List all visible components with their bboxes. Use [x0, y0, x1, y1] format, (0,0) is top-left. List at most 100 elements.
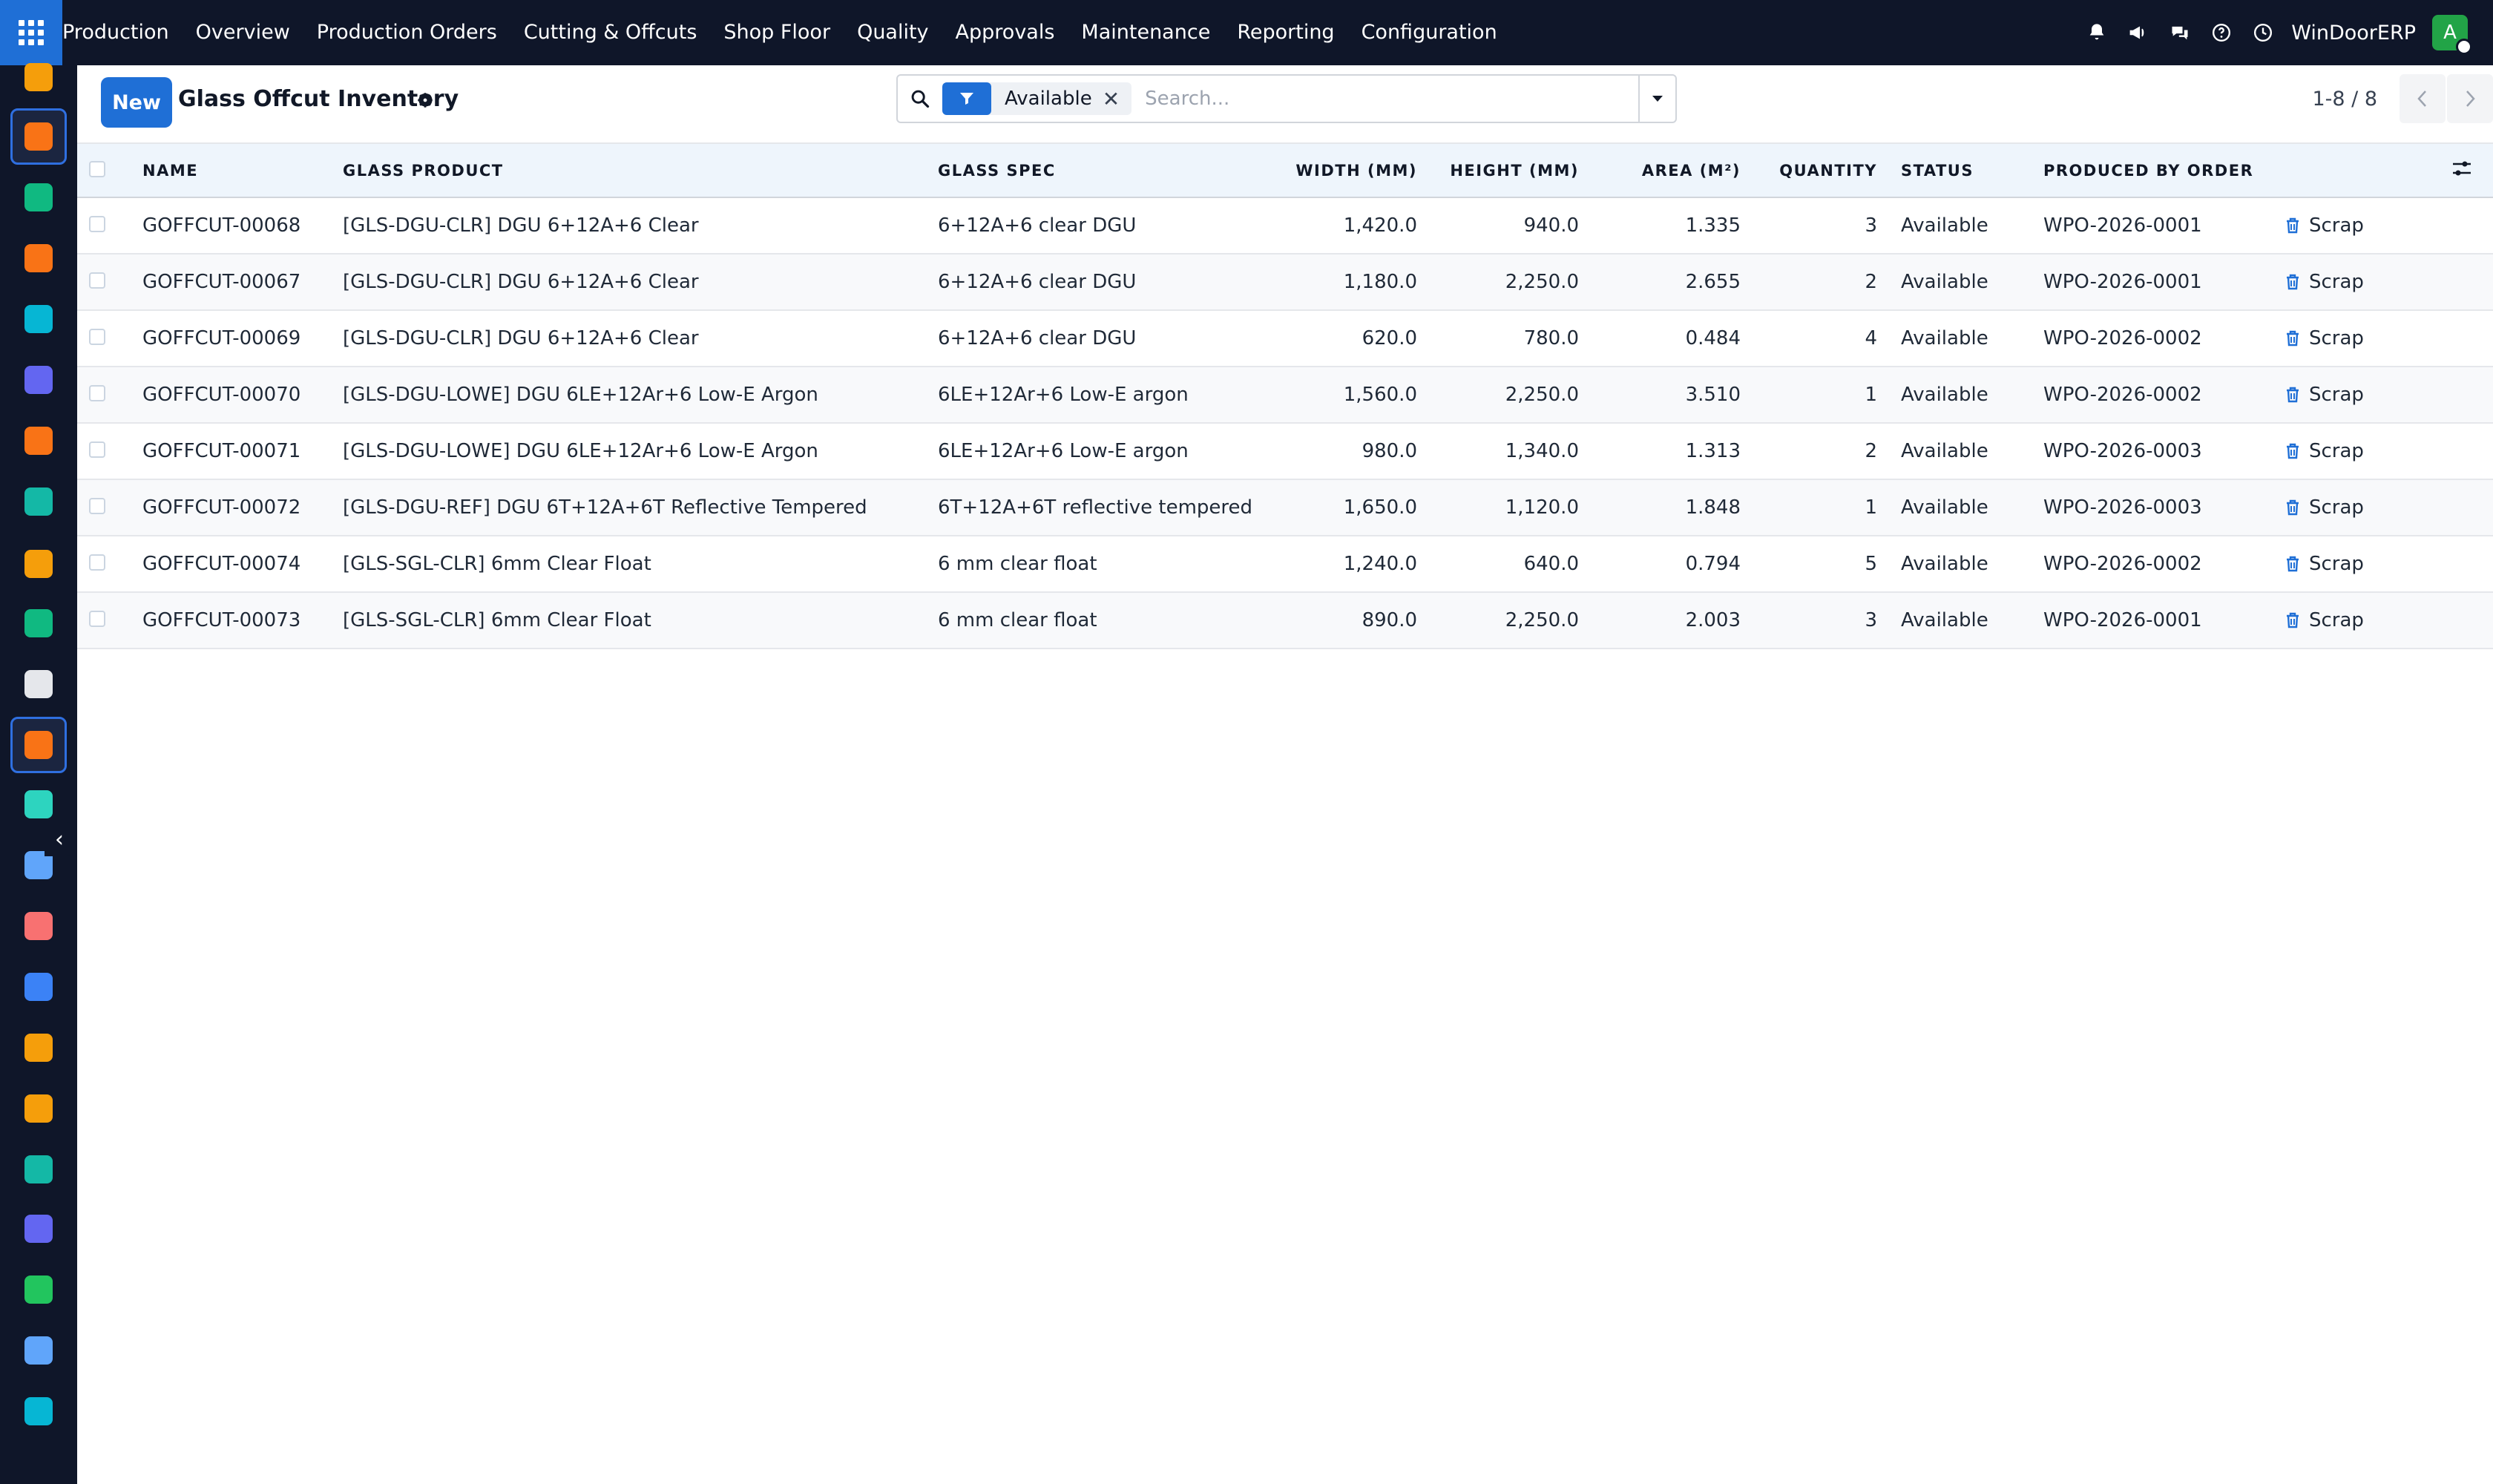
menu-quality[interactable]: Quality: [844, 0, 942, 65]
menu-reporting[interactable]: Reporting: [1223, 0, 1347, 65]
column-header-quantity[interactable]: QUANTITY: [1758, 144, 1901, 197]
menu-brand-production[interactable]: Production: [62, 0, 183, 65]
menu-cutting-offcuts[interactable]: Cutting & Offcuts: [510, 0, 711, 65]
remove-facet-icon[interactable]: ✕: [1103, 87, 1131, 111]
column-header-area[interactable]: AREA (M²): [1597, 144, 1758, 197]
cell-select[interactable]: [77, 592, 142, 649]
rail-app-6[interactable]: [10, 413, 67, 469]
rail-app-16[interactable]: [10, 1020, 67, 1076]
megaphone-icon[interactable]: [2118, 0, 2159, 65]
quality-icon: [24, 790, 53, 818]
clock-icon[interactable]: [2242, 0, 2284, 65]
app-sidebar: ‹: [0, 63, 77, 1484]
cell-select[interactable]: [77, 367, 142, 423]
row-checkbox[interactable]: [89, 610, 105, 627]
menu-configuration[interactable]: Configuration: [1348, 0, 1511, 65]
rail-app-4[interactable]: [10, 291, 67, 347]
search-input[interactable]: [1131, 88, 1638, 110]
cell-select[interactable]: [77, 310, 142, 367]
rail-app-7[interactable]: [10, 473, 67, 530]
dashboard-icon: [24, 1215, 53, 1243]
search-icon[interactable]: [898, 76, 942, 122]
bell-icon[interactable]: [2076, 0, 2118, 65]
cell-glass-product: [GLS-DGU-LOWE] DGU 6LE+12Ar+6 Low-E Argo…: [343, 440, 818, 462]
gear-icon[interactable]: [416, 91, 435, 113]
table-row[interactable]: GOFFCUT-00070 [GLS-DGU-LOWE] DGU 6LE+12Ar…: [77, 367, 2493, 423]
menu-shop-floor[interactable]: Shop Floor: [710, 0, 844, 65]
products-icon: [24, 912, 53, 940]
rail-app-1[interactable]: [10, 108, 67, 165]
scrap-button[interactable]: Scrap: [2285, 327, 2493, 349]
pager-value[interactable]: 1-8 / 8: [2312, 88, 2377, 111]
scrap-button[interactable]: Scrap: [2285, 553, 2493, 575]
rail-app-11[interactable]: [10, 717, 67, 773]
rail-app-22[interactable]: [10, 1383, 67, 1439]
scrap-button[interactable]: Scrap: [2285, 496, 2493, 519]
scrap-button[interactable]: Scrap: [2285, 384, 2493, 406]
row-checkbox[interactable]: [89, 328, 105, 345]
menu-overview[interactable]: Overview: [183, 0, 303, 65]
cell-select[interactable]: [77, 254, 142, 310]
cell-produced-by-order: WPO-2026-0001: [2043, 214, 2202, 237]
row-checkbox[interactable]: [89, 497, 105, 514]
rail-app-18[interactable]: [10, 1141, 67, 1198]
rail-app-2[interactable]: [10, 169, 67, 226]
pager-previous-button[interactable]: [2400, 74, 2446, 123]
scrap-button[interactable]: Scrap: [2285, 271, 2493, 293]
rail-app-3[interactable]: [10, 230, 67, 286]
rail-app-20[interactable]: [10, 1261, 67, 1318]
table-row[interactable]: GOFFCUT-00069 [GLS-DGU-CLR] DGU 6+12A+6 C…: [77, 310, 2493, 367]
rail-app-0[interactable]: [10, 49, 67, 105]
column-header-glass-product[interactable]: GLASS PRODUCT: [343, 144, 938, 197]
row-checkbox[interactable]: [89, 215, 105, 232]
table-row[interactable]: GOFFCUT-00071 [GLS-DGU-LOWE] DGU 6LE+12Ar…: [77, 423, 2493, 479]
column-header-width[interactable]: WIDTH (MM): [1257, 144, 1435, 197]
cell-select[interactable]: [77, 536, 142, 592]
row-checkbox[interactable]: [89, 441, 105, 458]
rail-app-19[interactable]: [10, 1201, 67, 1257]
cell-glass-product: [GLS-DGU-CLR] DGU 6+12A+6 Clear: [343, 271, 699, 293]
menu-maintenance[interactable]: Maintenance: [1068, 0, 1223, 65]
table-row[interactable]: GOFFCUT-00073 [GLS-SGL-CLR] 6mm Clear Flo…: [77, 592, 2493, 649]
scrap-button[interactable]: Scrap: [2285, 214, 2493, 237]
cell-glass-spec: 6+12A+6 clear DGU: [938, 214, 1137, 237]
search-options-toggle[interactable]: [1638, 76, 1675, 122]
collapse-sidebar-button[interactable]: ‹: [45, 822, 74, 856]
column-header-glass-spec[interactable]: GLASS SPEC: [938, 144, 1257, 197]
pager-next-button[interactable]: [2447, 74, 2493, 123]
column-header-status[interactable]: STATUS: [1901, 144, 2043, 197]
column-header-produced-by-order[interactable]: PRODUCED BY ORDER: [2043, 144, 2285, 197]
cell-select[interactable]: [77, 197, 142, 254]
help-icon[interactable]: [2201, 0, 2242, 65]
column-header-height[interactable]: HEIGHT (MM): [1435, 144, 1597, 197]
table-row[interactable]: GOFFCUT-00072 [GLS-DGU-REF] DGU 6T+12A+6T…: [77, 479, 2493, 536]
rail-app-5[interactable]: [10, 352, 67, 408]
row-checkbox[interactable]: [89, 272, 105, 289]
rail-app-8[interactable]: [10, 536, 67, 592]
cell-select[interactable]: [77, 479, 142, 536]
menu-production-orders[interactable]: Production Orders: [303, 0, 510, 65]
rail-app-9[interactable]: [10, 595, 67, 651]
cell-select[interactable]: [77, 423, 142, 479]
rail-app-14[interactable]: [10, 898, 67, 954]
rail-app-21[interactable]: [10, 1322, 67, 1379]
table-row[interactable]: GOFFCUT-00074 [GLS-SGL-CLR] 6mm Clear Flo…: [77, 536, 2493, 592]
menu-approvals[interactable]: Approvals: [942, 0, 1068, 65]
user-avatar[interactable]: A: [2432, 15, 2472, 55]
rail-app-17[interactable]: [10, 1080, 67, 1137]
optional-columns-toggle[interactable]: [2285, 144, 2493, 197]
rail-app-10[interactable]: [10, 656, 67, 712]
facet-value: Available: [1005, 88, 1092, 110]
scrap-button[interactable]: Scrap: [2285, 609, 2493, 631]
row-checkbox[interactable]: [89, 384, 105, 401]
scrap-button[interactable]: Scrap: [2285, 440, 2493, 462]
row-checkbox[interactable]: [89, 554, 105, 571]
company-name[interactable]: WinDoorERP: [2284, 22, 2432, 45]
table-row[interactable]: GOFFCUT-00067 [GLS-DGU-CLR] DGU 6+12A+6 C…: [77, 254, 2493, 310]
rail-app-15[interactable]: [10, 959, 67, 1015]
select-all-checkbox[interactable]: [77, 144, 142, 197]
table-row[interactable]: GOFFCUT-00068 [GLS-DGU-CLR] DGU 6+12A+6 C…: [77, 197, 2493, 254]
chat-icon[interactable]: [2159, 0, 2201, 65]
column-header-name[interactable]: NAME: [142, 144, 343, 197]
new-button[interactable]: New: [101, 77, 172, 128]
